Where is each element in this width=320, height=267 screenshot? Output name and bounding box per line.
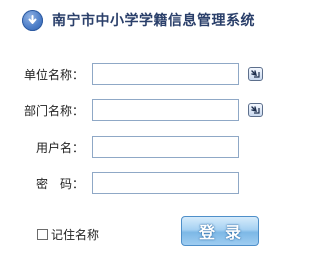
login-page: 南宁市中小学学籍信息管理系统 单位名称： 部门名称： 用户名： 密 码： 记住名… <box>0 0 303 267</box>
username-field[interactable] <box>92 136 239 158</box>
login-button[interactable]: 登录 <box>181 216 259 246</box>
department-picker-button[interactable] <box>248 103 263 117</box>
remember-name-option[interactable]: 记住名称 <box>37 226 99 242</box>
app-title: 南宁市中小学学籍信息管理系统 <box>52 13 255 29</box>
unit-label: 单位名称： <box>24 68 85 82</box>
select-arrow-icon <box>251 106 260 114</box>
department-row: 部门名称： <box>0 99 303 123</box>
password-field[interactable] <box>92 172 239 194</box>
password-label: 密 码： <box>36 177 85 191</box>
remember-checkbox[interactable] <box>37 228 48 240</box>
remember-label: 记住名称 <box>51 227 100 242</box>
department-field[interactable] <box>92 99 239 121</box>
department-label: 部门名称： <box>24 104 85 118</box>
username-row: 用户名： <box>0 136 303 160</box>
password-row: 密 码： <box>0 172 303 196</box>
unit-field[interactable] <box>92 63 239 85</box>
select-arrow-icon <box>251 70 260 78</box>
download-arrow-icon <box>22 9 43 31</box>
header: 南宁市中小学学籍信息管理系统 <box>22 7 255 33</box>
unit-row: 单位名称： <box>0 63 303 87</box>
username-label: 用户名： <box>36 141 85 155</box>
unit-picker-button[interactable] <box>248 67 263 81</box>
